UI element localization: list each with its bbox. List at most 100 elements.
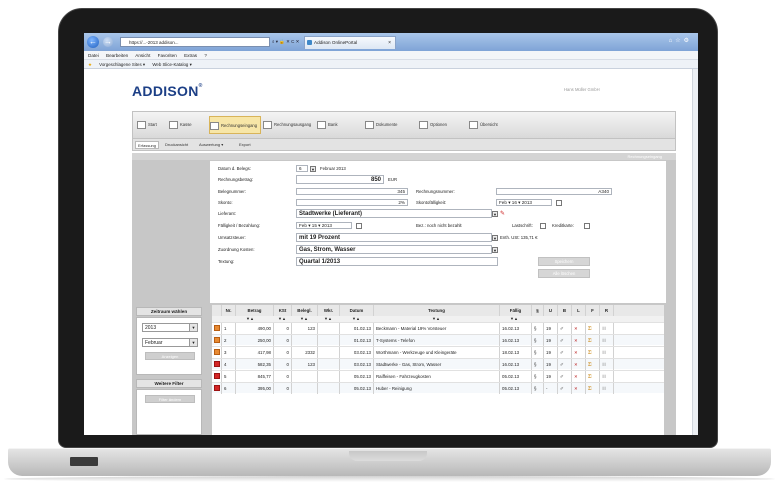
document-icon[interactable]: ☷ [600,323,614,334]
table-row[interactable]: 2 250,00 0 01.02.13 T-Systems - Telefon 16.02… [212,334,664,346]
col-kst-header[interactable]: KSt [274,305,292,316]
row-status-icon[interactable] [212,359,222,370]
faellig-calendar-icon[interactable] [356,222,362,229]
datum-day-select[interactable]: 6 [296,165,308,172]
menu-help[interactable]: ? [204,53,207,58]
documents-icon [365,121,374,129]
kosten-select[interactable]: Gas, Strom, Wasser [296,245,492,254]
clear-all-button[interactable]: Alle löschen [538,269,590,278]
tab-addison-portal[interactable]: Addison OnlinePortal × [304,36,396,49]
document-icon[interactable]: ☷ [600,383,614,394]
ribbon-optionen[interactable]: Optionen [419,116,447,134]
month-select[interactable]: Februar ▼ [142,338,198,347]
filter-button[interactable]: Filter ändern [145,395,195,403]
ust-dropdown-icon[interactable]: ▼ [492,234,498,241]
year-select[interactable]: 2013 ▼ [142,323,198,332]
tab-export[interactable]: Export [237,141,253,149]
ribbon-start[interactable]: Start [137,116,157,134]
skonto-input[interactable]: 2% [296,199,408,206]
ust-select[interactable]: mit 19 Prozent [296,233,492,242]
textung-input[interactable]: Quartal 1/2013 [296,257,498,266]
row-status-icon[interactable] [212,335,222,346]
col-wkr-header[interactable]: Wkr. [318,305,340,316]
col-r-header[interactable]: R [600,305,614,316]
row-status-icon[interactable] [212,383,222,394]
table-row[interactable]: 1 490,00 0 123 01.02.13 Beckmann - Material 1… [212,322,664,334]
rechnr-input[interactable]: A340 [496,188,612,195]
skontofaellig-date[interactable]: Feb ▾ 16 ▾ 2013 [496,199,552,206]
col-par-header[interactable]: § [532,305,544,316]
fav-web-slice[interactable]: Web Slice-Katalog ▾ [152,62,191,67]
back-arrow-icon[interactable]: ← [87,36,99,48]
document-icon[interactable]: ☷ [600,371,614,382]
fav-suggested-sites[interactable]: Vorgeschlagene Sites ▾ [99,62,145,67]
delete-x-icon[interactable]: ✕ [572,359,586,370]
row-status-icon[interactable] [212,371,222,382]
delete-x-icon[interactable]: ✕ [572,335,586,346]
address-controls[interactable]: ⌕ ▾ 🔒 ✕ C ✕ [272,37,302,47]
betrag-input[interactable]: 850 [296,175,384,184]
col-datum-header[interactable]: Datum [340,305,374,316]
faellig-date[interactable]: Feb ▾ 15 ▾ 2013 [296,222,352,229]
lastschrift-checkbox[interactable] [540,222,546,229]
belegnr-input[interactable]: 345 [296,188,408,195]
row-status-icon[interactable] [212,323,222,334]
table-row[interactable]: 4 582,35 0 123 03.02.13 Stadtwerke - Gas, Str… [212,358,664,370]
tab-erfassung[interactable]: Erfassung [135,141,160,149]
lieferant-dropdown-icon[interactable]: ▼ [492,210,498,217]
col-nr-header[interactable]: Nr. [222,305,236,316]
col-u-header[interactable]: U [544,305,558,316]
page-scrollbar[interactable] [692,69,698,435]
lieferant-label: Lieferant: [218,211,236,216]
address-bar[interactable]: https://...-2013 addison... [120,37,270,47]
favorites-bar: ★ Vorgeschlagene Sites ▾ Web Slice-Katal… [84,60,698,69]
col-l-header[interactable]: L [572,305,586,316]
ribbon-uebersicht[interactable]: Übersicht [469,116,498,134]
lock-icon: ⚿ [586,335,600,346]
table-row[interactable]: 3 417,98 0 2332 03.02.13 Worthmann - Werkzeug… [212,346,664,358]
menu-favoriten[interactable]: Favoriten [158,53,177,58]
delete-x-icon[interactable]: ✕ [572,383,586,394]
document-icon[interactable]: ☷ [600,347,614,358]
col-b-header[interactable]: B [558,305,572,316]
table-row[interactable]: 5 845,77 0 05.02.13 Raiffeisen - Fahrzeugkos… [212,370,664,382]
table-row[interactable]: 6 395,00 0 05.02.13 Huber - Reinigung 05.02.1… [212,382,664,394]
tab-druckansicht[interactable]: Druckansicht [163,141,190,149]
kreditkarte-checkbox[interactable] [584,222,590,229]
col-f-header[interactable]: F [586,305,600,316]
ribbon-rechnungseingang[interactable]: Rechnungseingang [209,116,262,134]
menu-datei[interactable]: Datei [88,53,99,58]
col-betrag-header[interactable]: Betrag [236,305,274,316]
anzeigen-button[interactable]: Anzeigen [145,352,195,360]
menu-bearbeiten[interactable]: Bearbeiten [106,53,128,58]
kosten-dropdown-icon[interactable]: ▼ [492,246,498,253]
col-beleg-header[interactable]: Belegl. [292,305,318,316]
menu-ansicht[interactable]: Ansicht [135,53,150,58]
document-icon[interactable]: ☷ [600,335,614,346]
tab-close-icon[interactable]: × [388,37,391,49]
edit-pencil-icon[interactable]: ✎ [500,210,505,217]
faellig-label: Fälligkeit / Bezahlung: [218,223,261,228]
ribbon-rechnungsausgang[interactable]: Rechnungsausgang [263,116,311,134]
tab-auswertung[interactable]: Auswertung ▾ [197,141,225,149]
window-controls-icon[interactable]: ⌂☆⚙ [669,37,692,44]
save-button[interactable]: Speichern [538,257,590,266]
ribbon-dokumente[interactable]: Dokumente [365,116,397,134]
ribbon-bank[interactable]: Bank [317,116,338,134]
ribbon-kasse[interactable]: Kasse [169,116,192,134]
datum-day-dropdown-icon[interactable]: ▼ [310,165,316,172]
col-faellig-header[interactable]: Fällig [500,305,532,316]
forward-arrow-icon[interactable]: → [103,37,113,47]
laptop-scene: ← → https://...-2013 addison... ⌕ ▾ 🔒 ✕ … [0,0,779,490]
document-icon[interactable]: ☷ [600,359,614,370]
delete-x-icon[interactable]: ✕ [572,323,586,334]
lieferant-select[interactable]: Stadtwerke (Lieferant) [296,209,492,218]
delete-x-icon[interactable]: ✕ [572,347,586,358]
col-select-header[interactable] [212,305,222,316]
menu-extras[interactable]: Extras [184,53,197,58]
skonto-calendar-icon[interactable] [556,199,562,206]
delete-x-icon[interactable]: ✕ [572,371,586,382]
row-status-icon[interactable] [212,347,222,358]
col-textung-header[interactable]: Textung [374,305,500,316]
favorites-star-icon[interactable]: ★ [88,62,92,67]
